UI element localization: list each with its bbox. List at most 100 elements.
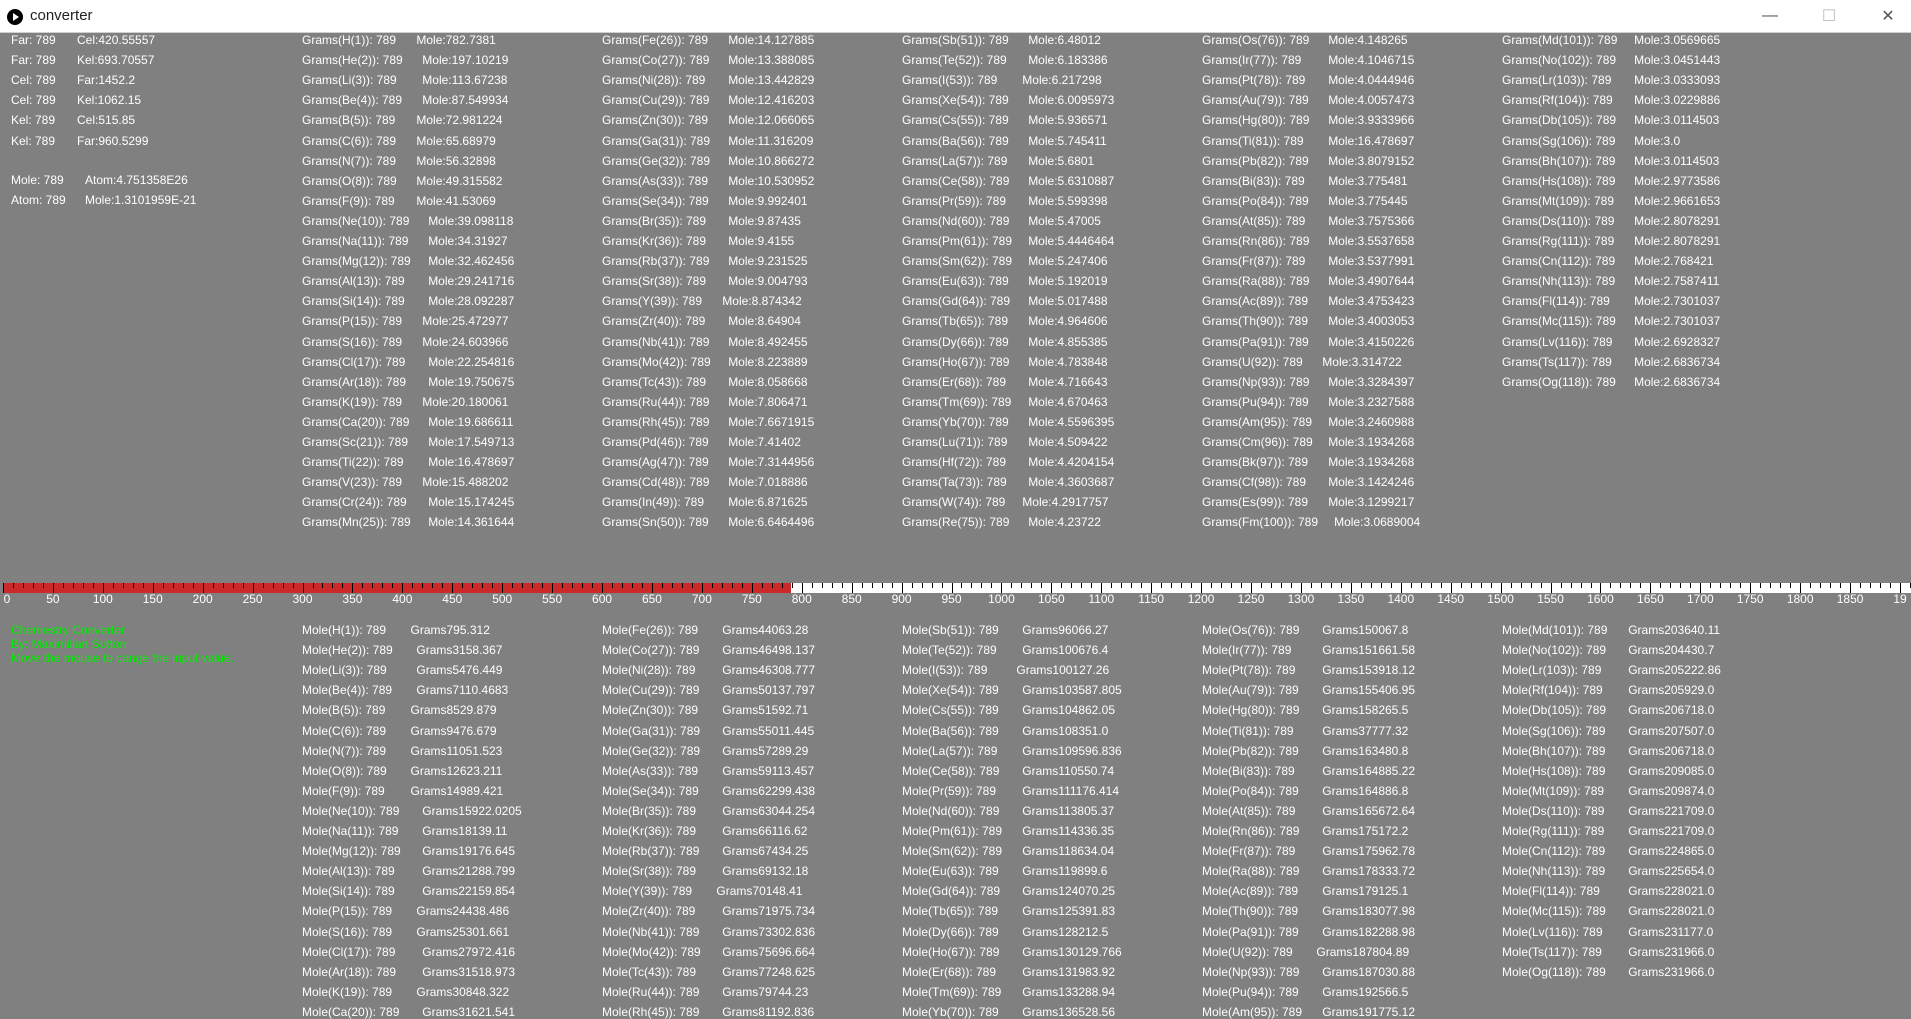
slider-tick-label: 300 <box>292 592 313 606</box>
slider-tick <box>1081 583 1083 588</box>
slider-tick <box>1141 583 1143 588</box>
slider-tick <box>1710 583 1712 588</box>
grams-input-0-19: Grams(Ca(20)): 789 <box>302 414 410 429</box>
slider-tick-label: 900 <box>891 592 912 606</box>
grams-input-4-12: Grams(Nh(113)): 789 <box>1502 274 1616 289</box>
mole-input-2-2: Mole(I(53)): 789 <box>902 663 988 678</box>
mole-result-2-8: Mole:5.599398 <box>1028 193 1108 208</box>
grams-input-4-8: Grams(Mt(109)): 789 <box>1502 193 1615 208</box>
slider-tick <box>831 583 833 588</box>
temperature-result: Far:960.5299 <box>77 133 149 148</box>
slider-tick <box>1091 583 1093 588</box>
slider-tick <box>1231 583 1233 588</box>
grams-input-0-21: Grams(Ti(22)): 789 <box>302 455 404 470</box>
mole-input-0-14: Mole(P(15)): 789 <box>302 904 393 919</box>
slider-tick <box>532 583 534 588</box>
mole-input-3-15: Mole(Pa(91)): 789 <box>1202 924 1299 939</box>
slider-tick <box>472 583 474 588</box>
maximize-button[interactable]: ☐ <box>1806 0 1852 32</box>
grams-input-3-0: Grams(Os(76)): 789 <box>1202 33 1310 47</box>
mole-result-3-10: Mole:3.5537658 <box>1328 234 1415 248</box>
grams-input-0-1: Grams(He(2)): 789 <box>302 53 403 68</box>
grams-result-2-3: Grams103587.805 <box>1022 683 1122 698</box>
grams-result-2-11: Grams118634.04 <box>1022 844 1115 859</box>
grams-input-4-14: Grams(Mc(115)): 789 <box>1502 314 1616 329</box>
mole-result-1-3: Mole:12.416203 <box>728 93 815 108</box>
mole-input-1-14: Mole(Zr(40)): 789 <box>602 904 696 919</box>
mole-result-1-4: Mole:12.066065 <box>728 113 815 128</box>
grams-result-3-4: Grams158265.5 <box>1322 703 1409 718</box>
grams-result-0-5: Grams9476.679 <box>410 723 497 738</box>
slider-tick-label: 1550 <box>1537 592 1564 606</box>
mole-input-1-10: Mole(Kr(36)): 789 <box>602 824 697 838</box>
grams-result-3-19: Grams191775.12 <box>1322 1004 1416 1019</box>
slider-tick-label: 1700 <box>1686 592 1714 606</box>
mole-result-0-4: Mole:72.981224 <box>416 113 503 128</box>
mole-input-4-0: Mole(Md(101)): 789 <box>1502 623 1608 637</box>
grams-result-0-4: Grams8529.879 <box>410 703 497 718</box>
grams-input-0-2: Grams(Li(3)): 789 <box>302 73 397 88</box>
mole-input-2-18: Mole(Tm(69)): 789 <box>902 984 1002 999</box>
slider-tick <box>791 583 793 588</box>
grams-result-2-6: Grams109596.836 <box>1022 743 1122 758</box>
grams-input-0-20: Grams(Sc(21)): 789 <box>302 435 409 449</box>
mole-result-3-22: Mole:3.1424246 <box>1328 475 1415 490</box>
mole-input-0-16: Mole(Cl(17)): 789 <box>302 944 396 959</box>
grams-result-4-16: Grams231966.0 <box>1628 944 1715 959</box>
grams-input-4-17: Grams(Og(118)): 789 <box>1502 374 1616 389</box>
mole-input-4-6: Mole(Bh(107)): 789 <box>1502 743 1606 758</box>
mole-input-1-16: Mole(Mo(42)): 789 <box>602 944 701 959</box>
mole-input-1-9: Mole(Br(35)): 789 <box>602 803 697 818</box>
credit-line: By: Maximilian Sutton <box>11 637 127 651</box>
slider-tick-label: 350 <box>342 592 363 606</box>
mole-input-0-0: Mole(H(1)): 789 <box>302 623 387 637</box>
slider-tick-label: 550 <box>542 592 563 606</box>
mole-input-0-15: Mole(S(16)): 789 <box>302 924 393 939</box>
mole-result-0-7: Mole:49.315582 <box>416 173 503 188</box>
mole-result-3-19: Mole:3.2460988 <box>1328 414 1415 429</box>
mole-input-4-12: Mole(Nh(113)): 789 <box>1502 864 1606 879</box>
grams-result-1-3: Grams50137.797 <box>722 683 816 698</box>
slider-tick <box>322 583 324 588</box>
grams-input-2-9: Grams(Nd(60)): 789 <box>902 213 1010 228</box>
slider-tick-label: 750 <box>741 592 762 606</box>
mole-result-1-9: Mole:9.87435 <box>728 213 801 228</box>
mole-result-3-2: Mole:4.0444946 <box>1328 73 1415 88</box>
grams-result-0-2: Grams5476.449 <box>416 663 503 678</box>
mole-input-1-0: Mole(Fe(26)): 789 <box>602 623 699 637</box>
slider-tick <box>1131 583 1133 588</box>
grams-result-3-9: Grams165672.64 <box>1322 803 1416 818</box>
minimize-button[interactable]: — <box>1747 0 1793 32</box>
grams-input-3-1: Grams(Ir(77)): 789 <box>1202 53 1302 68</box>
grams-input-0-10: Grams(Na(11)): 789 <box>302 234 409 248</box>
mole-input-3-12: Mole(Ra(88)): 789 <box>1202 864 1300 879</box>
grams-input-4-7: Grams(Hs(108)): 789 <box>1502 173 1616 188</box>
close-button[interactable]: ✕ <box>1865 0 1911 32</box>
slider-tick <box>1320 583 1322 588</box>
slider-tick <box>142 583 144 588</box>
grams-input-0-13: Grams(Si(14)): 789 <box>302 294 405 309</box>
grams-input-1-16: Grams(Mo(42)): 789 <box>602 354 711 369</box>
grams-result-3-13: Grams179125.1 <box>1322 884 1409 899</box>
grams-result-1-18: Grams79744.23 <box>722 984 809 999</box>
slider-tick <box>821 583 823 588</box>
grams-input-0-0: Grams(H(1)): 789 <box>302 33 397 47</box>
grams-result-0-18: Grams30848.322 <box>416 984 510 999</box>
grams-result-2-0: Grams96066.27 <box>1022 623 1109 637</box>
slider-tick <box>1680 583 1682 588</box>
slider-tick <box>582 583 584 588</box>
slider-tick-label: 1850 <box>1836 592 1864 606</box>
grams-input-4-3: Grams(Rf(104)): 789 <box>1502 93 1613 108</box>
grams-input-3-14: Grams(Th(90)): 789 <box>1202 314 1309 329</box>
grams-result-4-10: Grams221709.0 <box>1628 824 1715 838</box>
converter-canvas[interactable]: Far: 789 Cel:420.55557 Far: 789 Kel:693.705… <box>0 33 1911 1019</box>
slider-tick-label: 1350 <box>1337 592 1365 606</box>
grams-result-0-13: Grams22159.854 <box>422 884 516 899</box>
grams-input-2-1: Grams(Te(52)): 789 <box>902 53 1007 68</box>
grams-result-0-8: Grams14989.421 <box>410 783 504 798</box>
mole-input-3-5: Mole(Ti(81)): 789 <box>1202 723 1294 738</box>
mole-input-0-2: Mole(Li(3)): 789 <box>302 663 387 678</box>
mole-result-2-17: Mole:4.716643 <box>1028 374 1108 389</box>
slider-tick-label: 1500 <box>1487 592 1514 606</box>
grams-result-1-17: Grams77248.625 <box>722 964 816 979</box>
